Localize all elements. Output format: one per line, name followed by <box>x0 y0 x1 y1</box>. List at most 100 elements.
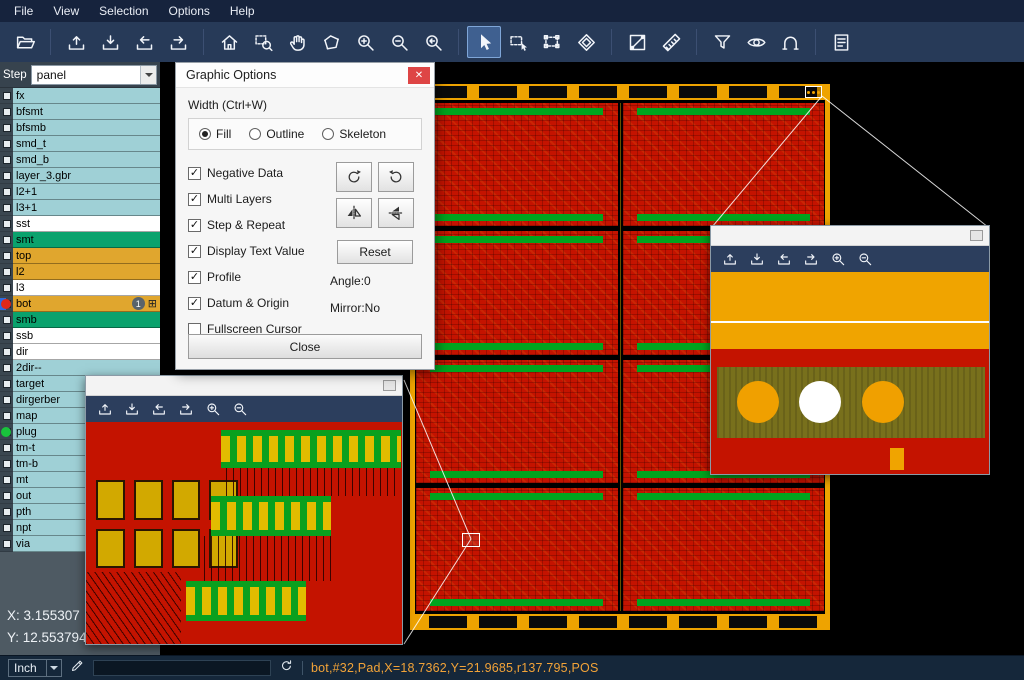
layer-visibility-checkbox[interactable] <box>0 392 13 408</box>
home-view-button[interactable] <box>212 26 246 58</box>
layer-visibility-checkbox[interactable] <box>0 440 13 456</box>
radio-fill[interactable]: Fill <box>199 127 231 141</box>
layer-row-2dir[interactable]: 2dir-- <box>0 360 160 376</box>
layer-visibility-checkbox[interactable] <box>0 344 13 360</box>
layer-visibility-checkbox[interactable] <box>0 456 13 472</box>
zoom-window-button[interactable] <box>246 26 280 58</box>
layer-row-smd-b[interactable]: smd_b <box>0 152 160 168</box>
rect-select-button[interactable] <box>501 26 535 58</box>
layer-row-smt[interactable]: smt <box>0 232 160 248</box>
zoom-out-button[interactable] <box>854 248 876 270</box>
layer-row-bfsmt[interactable]: bfsmt <box>0 104 160 120</box>
magnifier-titlebar[interactable] <box>86 376 402 396</box>
rotate-cw-button[interactable] <box>336 162 372 192</box>
layer-visibility-checkbox[interactable] <box>0 264 13 280</box>
layer-visibility-checkbox[interactable] <box>0 200 13 216</box>
measure-ruler-button[interactable] <box>654 26 688 58</box>
layer-visibility-checkbox[interactable] <box>0 232 13 248</box>
layer-visibility-checkbox[interactable] <box>0 168 13 184</box>
layer-row-smb[interactable]: smb <box>0 312 160 328</box>
command-input[interactable] <box>93 660 271 676</box>
close-icon[interactable]: ✕ <box>408 67 430 84</box>
report-list-button[interactable] <box>824 26 858 58</box>
layer-visibility-checkbox[interactable] <box>0 312 13 328</box>
import-up-button[interactable] <box>59 26 93 58</box>
draw-icon[interactable] <box>70 658 85 678</box>
layer-visibility-checkbox[interactable] <box>0 424 13 440</box>
layer-visibility-checkbox[interactable] <box>0 520 13 536</box>
filter-button[interactable] <box>705 26 739 58</box>
layer-visibility-checkbox[interactable] <box>0 136 13 152</box>
pan-hand-button[interactable] <box>280 26 314 58</box>
step-combobox[interactable]: panel <box>31 65 157 85</box>
mirror-vertical-button[interactable] <box>378 198 414 228</box>
layer-row-ssb[interactable]: ssb <box>0 328 160 344</box>
import-down-button[interactable] <box>93 26 127 58</box>
export-right-button[interactable] <box>175 398 197 420</box>
layer-visibility-checkbox[interactable] <box>0 472 13 488</box>
checkbox-negative-data[interactable]: ✓Negative Data <box>188 160 328 186</box>
layer-visibility-checkbox[interactable] <box>0 504 13 520</box>
menu-view[interactable]: View <box>43 1 89 21</box>
layer-visibility-checkbox[interactable] <box>0 152 13 168</box>
layer-row-top[interactable]: top <box>0 248 160 264</box>
select-cursor-button[interactable] <box>467 26 501 58</box>
dialog-titlebar[interactable]: Graphic Options ✕ <box>176 63 434 88</box>
layer-visibility-checkbox[interactable] <box>0 104 13 120</box>
chevron-down-icon[interactable] <box>46 660 61 676</box>
window-control-button[interactable] <box>383 380 396 391</box>
zoom-out-button[interactable] <box>229 398 251 420</box>
layer-diamond-button[interactable] <box>569 26 603 58</box>
import-left-button[interactable] <box>127 26 161 58</box>
checkbox-profile[interactable]: ✓Profile <box>188 264 328 290</box>
layer-visibility-checkbox[interactable] <box>0 360 13 376</box>
menu-help[interactable]: Help <box>220 1 265 21</box>
layer-visibility-checkbox[interactable] <box>0 408 13 424</box>
radio-outline[interactable]: Outline <box>249 127 304 141</box>
layer-row-l2-1[interactable]: l2+1 <box>0 184 160 200</box>
checkbox-datum-origin[interactable]: ✓Datum & Origin <box>188 290 328 316</box>
polygon-select-button[interactable] <box>314 26 348 58</box>
transform-select-button[interactable] <box>535 26 569 58</box>
menu-selection[interactable]: Selection <box>89 1 158 21</box>
layer-visibility-checkbox[interactable] <box>0 88 13 104</box>
export-right-button[interactable] <box>161 26 195 58</box>
layer-row-bot[interactable]: bot1⊞ <box>0 296 160 312</box>
view-options-button[interactable] <box>739 26 773 58</box>
import-down-button[interactable] <box>121 398 143 420</box>
magnifier-window-right[interactable] <box>710 225 990 475</box>
window-control-button[interactable] <box>970 230 983 241</box>
layer-row-bfsmb[interactable]: bfsmb <box>0 120 160 136</box>
layer-visibility-checkbox[interactable] <box>0 376 13 392</box>
import-left-button[interactable] <box>148 398 170 420</box>
layer-row-layer-3-gbr[interactable]: layer_3.gbr <box>0 168 160 184</box>
checkbox-step-repeat[interactable]: ✓Step & Repeat <box>188 212 328 238</box>
layer-row-sst[interactable]: sst <box>0 216 160 232</box>
close-button[interactable]: Close <box>188 334 422 359</box>
layer-visibility-checkbox[interactable] <box>0 280 13 296</box>
mirror-horizontal-button[interactable] <box>336 198 372 228</box>
layer-row-dir[interactable]: dir <box>0 344 160 360</box>
unit-select[interactable]: Inch <box>8 659 62 677</box>
layer-visibility-checkbox[interactable] <box>0 120 13 136</box>
import-left-button[interactable] <box>773 248 795 270</box>
refresh-icon[interactable] <box>279 658 294 678</box>
import-up-button[interactable] <box>719 248 741 270</box>
checkbox-multi-layers[interactable]: ✓Multi Layers <box>188 186 328 212</box>
layer-row-smd-t[interactable]: smd_t <box>0 136 160 152</box>
layer-visibility-checkbox[interactable] <box>0 184 13 200</box>
menu-options[interactable]: Options <box>159 1 220 21</box>
zoom-previous-button[interactable] <box>416 26 450 58</box>
zoom-in-button[interactable] <box>348 26 382 58</box>
export-right-button[interactable] <box>800 248 822 270</box>
zoom-in-button[interactable] <box>827 248 849 270</box>
chevron-down-icon[interactable] <box>140 66 156 84</box>
import-up-button[interactable] <box>94 398 116 420</box>
layer-row-l2[interactable]: l2 <box>0 264 160 280</box>
layer-visibility-checkbox[interactable] <box>0 216 13 232</box>
checkbox-display-text-value[interactable]: ✓Display Text Value <box>188 238 328 264</box>
snap-arc-button[interactable] <box>773 26 807 58</box>
layer-visibility-checkbox[interactable] <box>0 488 13 504</box>
reset-button[interactable]: Reset <box>337 240 413 264</box>
layer-row-fx[interactable]: fx <box>0 88 160 104</box>
